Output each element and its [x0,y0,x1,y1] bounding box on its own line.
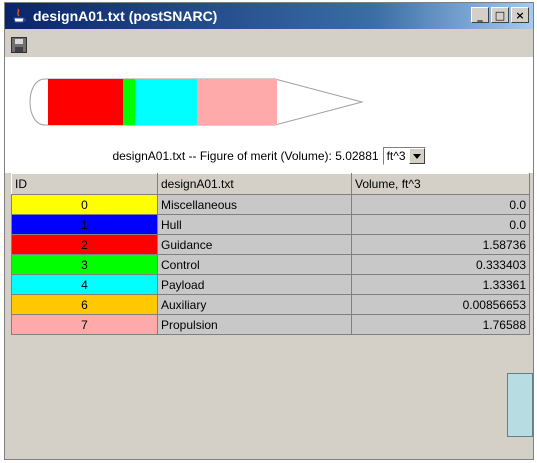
rocket-segment-propulsion [197,79,277,125]
name-cell[interactable]: Propulsion [157,314,352,335]
close-button[interactable]: × [511,7,529,23]
toolbar [5,29,533,57]
column-header-name[interactable]: designA01.txt [157,173,352,195]
table-header-row: ID designA01.txt Volume, ft^3 [11,173,530,195]
table-row[interactable]: 6 Auxiliary 0.00856653 [11,294,530,315]
empty-panel [5,343,533,459]
id-cell[interactable]: 0 [11,194,158,215]
save-icon[interactable] [11,37,27,53]
name-cell[interactable]: Hull [157,214,352,235]
figure-panel: designA01.txt -- Figure of merit (Volume… [5,57,533,173]
volume-cell[interactable]: 0.0 [351,194,530,215]
volume-cell[interactable]: 0.0 [351,214,530,235]
id-cell[interactable]: 4 [11,274,158,295]
table-row[interactable]: 2 Guidance 1.58736 [11,234,530,255]
table-row[interactable]: 1 Hull 0.0 [11,214,530,235]
component-table: ID designA01.txt Volume, ft^3 0 Miscellan… [11,173,530,335]
name-cell[interactable]: Payload [157,274,352,295]
id-cell[interactable]: 3 [11,254,158,275]
id-cell[interactable]: 1 [11,214,158,235]
column-header-volume[interactable]: Volume, ft^3 [351,173,530,195]
volume-cell[interactable]: 1.33361 [351,274,530,295]
color-swatch-panel [507,373,533,437]
chevron-down-icon[interactable] [408,148,425,164]
rocket-segment-payload [135,79,197,125]
column-header-id[interactable]: ID [11,173,158,195]
id-cell[interactable]: 6 [11,294,158,315]
unit-value: ft^3 [386,149,406,163]
title-bar[interactable]: designA01.txt (postSNARC) _ □ × [5,3,533,29]
unit-select[interactable]: ft^3 [382,147,426,165]
volume-cell[interactable]: 0.00856653 [351,294,530,315]
volume-cell[interactable]: 1.58736 [351,234,530,255]
volume-cell[interactable]: 0.333403 [351,254,530,275]
table-row[interactable]: 0 Miscellaneous 0.0 [11,194,530,215]
volume-cell[interactable]: 1.76588 [351,314,530,335]
figure-of-merit-label: designA01.txt -- Figure of merit (Volume… [112,149,379,163]
name-cell[interactable]: Control [157,254,352,275]
rocket-diagram [29,78,364,126]
maximize-button[interactable]: □ [491,7,509,23]
id-cell[interactable]: 7 [11,314,158,335]
rocket-segment-control [123,79,135,125]
name-cell[interactable]: Guidance [157,234,352,255]
table-row[interactable]: 7 Propulsion 1.76588 [11,314,530,335]
id-cell[interactable]: 2 [11,234,158,255]
rocket-segment-guidance [48,79,123,125]
name-cell[interactable]: Miscellaneous [157,194,352,215]
table-row[interactable]: 4 Payload 1.33361 [11,274,530,295]
name-cell[interactable]: Auxiliary [157,294,352,315]
table-row[interactable]: 3 Control 0.333403 [11,254,530,275]
minimize-button[interactable]: _ [471,7,489,23]
window-title: designA01.txt (postSNARC) [33,8,218,24]
application-window: designA01.txt (postSNARC) _ □ × designA0… [4,2,534,460]
java-icon[interactable] [11,8,27,24]
